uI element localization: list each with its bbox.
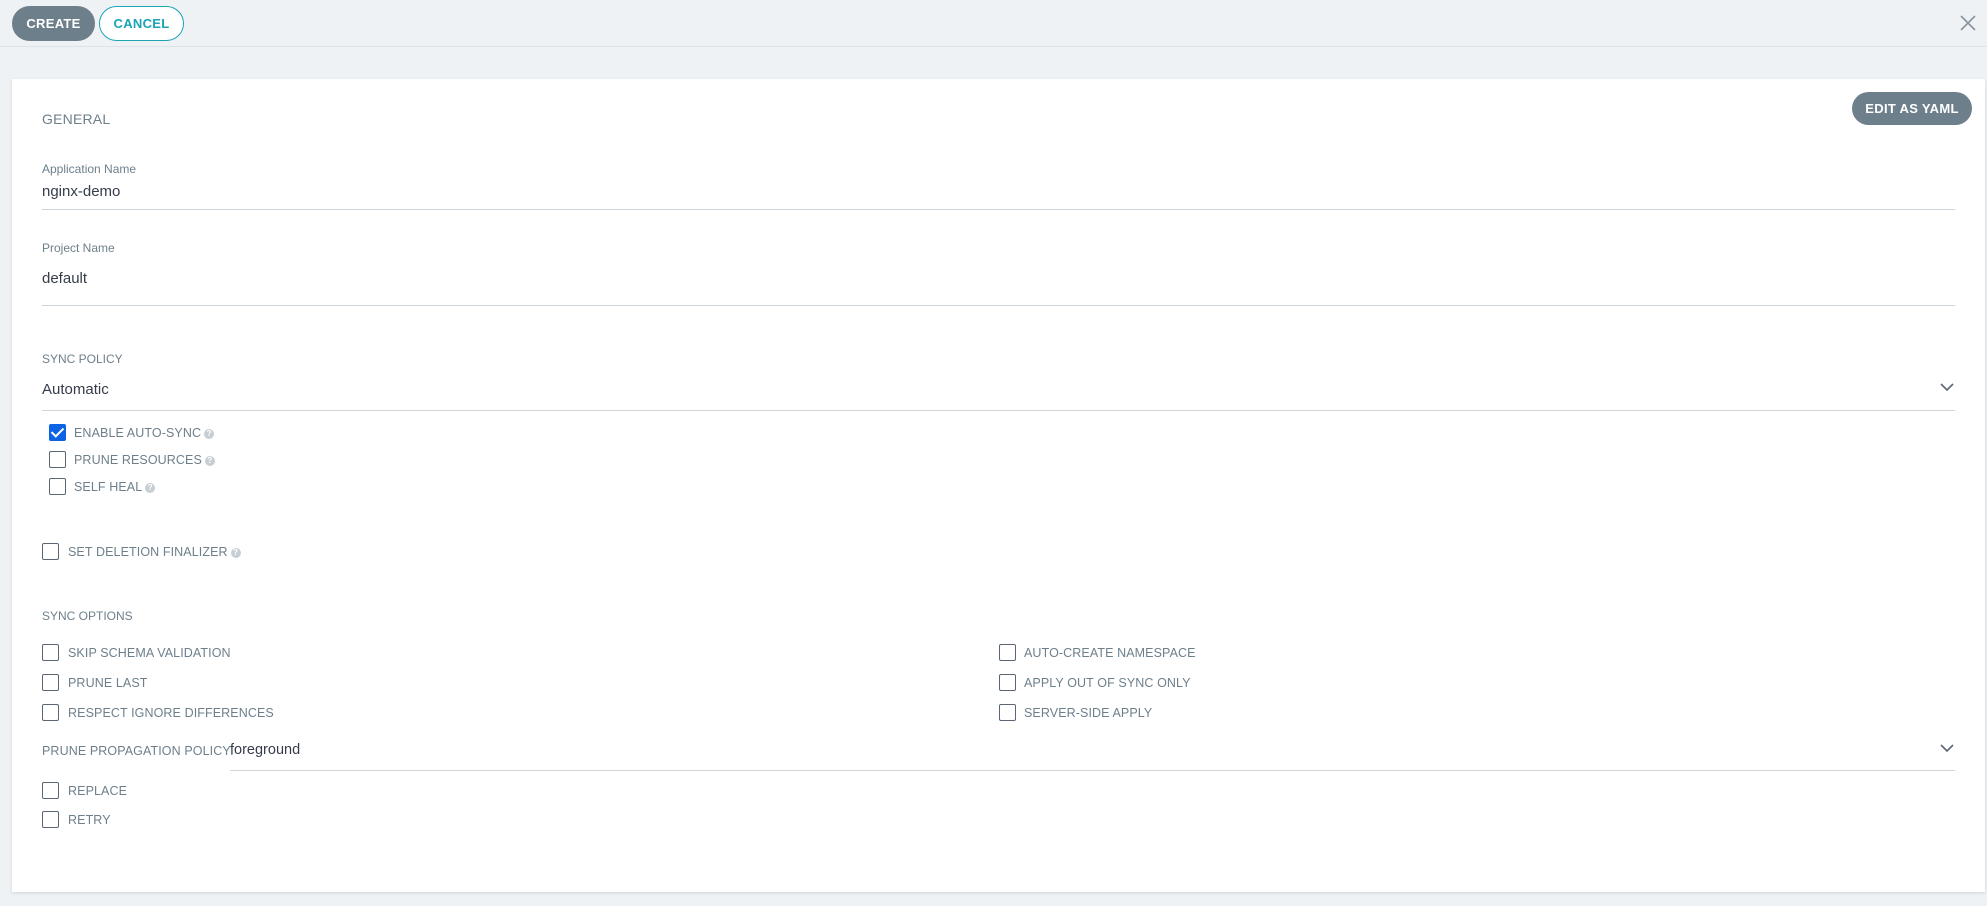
application-name-input[interactable]: nginx-demo [42,183,120,200]
chevron-down-icon[interactable] [1940,743,1954,753]
enable-auto-sync-label: ENABLE AUTO-SYNC? [74,426,215,440]
skip-schema-validation-checkbox[interactable] [42,644,59,661]
help-icon[interactable]: ? [204,428,215,439]
prune-resources-label: PRUNE RESOURCES? [74,453,215,467]
top-toolbar: CREATE CANCEL [0,0,1987,47]
respect-ignore-differences-checkbox[interactable] [42,704,59,721]
skip-schema-validation-label: SKIP SCHEMA VALIDATION [68,646,231,660]
edit-as-yaml-button[interactable]: EDIT AS YAML [1852,92,1972,125]
help-icon[interactable]: ? [230,547,241,558]
prune-last-label: PRUNE LAST [68,676,148,690]
retry-label: RETRY [68,813,111,827]
apply-out-of-sync-only-label: APPLY OUT OF SYNC ONLY [1024,676,1191,690]
sync-options-label: SYNC OPTIONS [42,609,133,623]
application-name-underline [42,209,1955,210]
help-icon[interactable]: ? [204,455,215,466]
create-app-panel: EDIT AS YAML GENERAL Application Name ng… [12,79,1985,892]
auto-create-namespace-label: AUTO-CREATE NAMESPACE [1024,646,1196,660]
sync-policy-select[interactable]: Automatic [42,381,109,398]
self-heal-checkbox[interactable] [49,478,66,495]
replace-label: REPLACE [68,784,128,798]
retry-checkbox[interactable] [42,811,59,828]
cancel-button[interactable]: CANCEL [99,6,184,41]
auto-create-namespace-checkbox[interactable] [999,644,1016,661]
set-deletion-finalizer-label: SET DELETION FINALIZER? [68,545,241,559]
server-side-apply-checkbox[interactable] [999,704,1016,721]
project-name-input[interactable]: default [42,270,87,287]
help-icon[interactable]: ? [145,482,156,493]
apply-out-of-sync-only-checkbox[interactable] [999,674,1016,691]
close-icon[interactable] [1957,12,1979,34]
enable-auto-sync-checkbox[interactable] [49,424,66,441]
prune-last-checkbox[interactable] [42,674,59,691]
prune-propagation-policy-label: PRUNE PROPAGATION POLICY: [42,744,234,758]
chevron-down-icon[interactable] [1940,382,1954,392]
prune-propagation-policy-underline [230,770,1955,771]
application-name-label: Application Name [42,162,137,176]
server-side-apply-label: SERVER-SIDE APPLY [1024,706,1153,720]
project-name-underline [42,305,1955,306]
sync-policy-underline [42,410,1955,411]
general-section-title: GENERAL [42,111,111,127]
set-deletion-finalizer-checkbox[interactable] [42,543,59,560]
self-heal-label: SELF HEAL? [74,480,156,494]
prune-propagation-policy-select[interactable]: foreground [230,742,300,758]
sync-policy-label: SYNC POLICY [42,352,123,366]
project-name-label: Project Name [42,241,115,255]
replace-checkbox[interactable] [42,782,59,799]
create-button[interactable]: CREATE [12,6,95,41]
respect-ignore-differences-label: RESPECT IGNORE DIFFERENCES [68,706,274,720]
prune-resources-checkbox[interactable] [49,451,66,468]
